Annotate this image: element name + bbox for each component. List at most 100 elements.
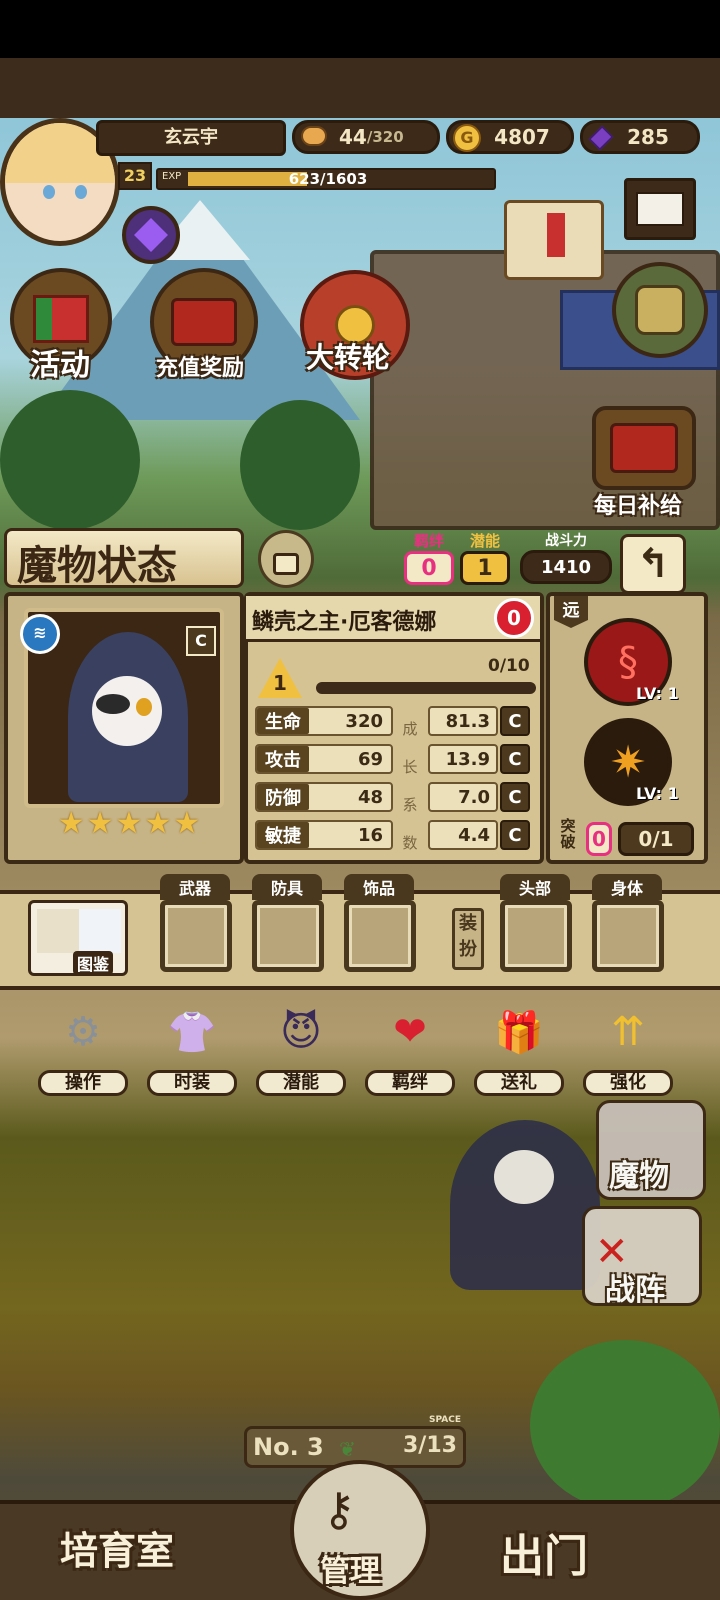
head-tab: 头部 [500,874,570,900]
space-value: 3/13 [403,1433,457,1458]
armor-tab: 防具 [252,874,322,900]
skill-2-level: LV: 1 [636,784,679,803]
star-level-badge: 1 [258,658,302,698]
star-icon: ★ [57,806,85,841]
manage-label: 管理 [320,1554,380,1589]
breakthrough-value: 0 [586,822,612,856]
formation-button[interactable]: ✕ 战阵 [582,1206,702,1308]
armor-slot[interactable]: 防具 [252,874,324,972]
arrows-up-icon: ⇈ [611,1009,645,1055]
menu-label: 潜能 [256,1070,346,1096]
monster-eye [136,698,152,716]
daily-supply-button[interactable] [592,406,696,490]
dress-up-char: 扮 [459,939,477,960]
menu-button-hearts[interactable]: ❤ 羁绊 [365,996,455,1096]
dress-up-button[interactable]: 装 扮 [452,908,484,970]
stamina-counter[interactable]: 44/320 [292,120,440,154]
daily-supply-label: 每日补给 [594,494,683,519]
backpack-icon [635,285,685,335]
growth-value: 81.3 [428,706,498,736]
lock-button[interactable] [258,530,314,588]
monster-sprite[interactable] [450,1120,600,1290]
menu-label: 操作 [38,1070,128,1096]
menu-label: 羁绊 [365,1070,455,1096]
range-tag: 远 [554,596,588,628]
menu-button-arrows-up[interactable]: ⇈ 强化 [583,996,673,1096]
menu-button-outfit[interactable]: 👚 时装 [147,996,237,1096]
head-slot[interactable]: 头部 [500,874,572,972]
stat-value: 48 [357,786,383,808]
rank-badge: C [186,626,216,656]
menu-button-gear[interactable]: ⚙ 操作 [38,996,128,1096]
mail-button[interactable] [624,178,696,240]
growth-char: 数 [402,834,418,852]
mail-envelope-icon [636,192,684,226]
star-progress-bar [316,682,536,694]
formation-label: 战阵 [605,1273,665,1308]
head-slot-box[interactable] [500,900,572,972]
stat-row: 攻击 69 [255,744,393,774]
growth-char: 系 [402,796,418,814]
skill-1-level: LV: 1 [636,684,679,703]
bond-value: 0 [404,551,454,585]
gold-value: 4807 [494,125,550,149]
bond-indicator: 羁绊 0 [404,530,454,590]
breakthrough-label: 突 破 [554,818,582,850]
skills-panel: 远 § LV: 1 ✷ LV: 1 突 破 0 0/1 [546,592,708,864]
potential-label: 潜能 [469,532,500,550]
body-tab: 身体 [592,874,662,900]
affection-heart[interactable]: 0 [494,598,534,638]
menu-button-demon[interactable]: 😈 潜能 [256,996,346,1096]
monster-side-button[interactable]: 魔物 [596,1100,706,1200]
star-rating: ★ ★ ★ ★ ★ [54,806,204,846]
status-bar [0,0,720,58]
space-label: SPACE [429,1415,461,1425]
accessory-slot[interactable]: 饰品 [344,874,416,972]
stat-name: 敏捷 [257,822,309,848]
activity-label: 活动 [30,348,90,383]
sprout-icon: ❦ [339,1437,356,1461]
weapon-slot-box[interactable] [160,900,232,972]
growth-grade: C [500,782,530,812]
growth-grade: C [500,744,530,774]
accessory-slot-box[interactable] [344,900,416,972]
accessory-tab: 饰品 [344,874,414,900]
dress-up-char: 装 [459,913,477,934]
gold-counter[interactable]: G 4807 [446,120,574,154]
breakthrough-progress: 0/1 [618,822,694,856]
exclamation-icon [547,213,565,257]
growth-char: 成 [402,720,418,738]
nursery-button[interactable]: 培育室 [60,1520,174,1575]
quest-scroll-button[interactable] [504,200,604,280]
backpack-button[interactable] [612,262,708,358]
potential-indicator: 潜能 1 [460,530,510,590]
serpent-skill-icon: § [618,639,638,685]
depart-button[interactable]: 出门 [500,1520,588,1584]
gem-counter[interactable]: 285 [580,120,700,154]
growth-vertical-label: 成 长 系 数 [400,710,420,862]
codex-button[interactable]: 图鉴 [28,900,128,976]
tree [240,400,360,530]
recharge-reward-label: 充值奖励 [156,356,245,381]
armor-slot-box[interactable] [252,900,324,972]
power-label: 战斗力 [545,533,587,549]
stat-row: 敏捷 16 [255,820,393,850]
buy-gems-button[interactable] [122,206,180,264]
back-button[interactable]: ↰ [620,534,686,594]
body-slot[interactable]: 身体 [592,874,664,972]
exp-bar: EXP 623/1603 [156,168,496,190]
wheel-label: 大转轮 [306,341,391,374]
stat-name: 防御 [257,784,309,810]
monster-name: 鳞壳之主·厄客德娜 [252,610,437,635]
outfit-icon: 👚 [167,1009,217,1056]
menu-button-gift[interactable]: 🎁 送礼 [474,996,564,1096]
manage-button[interactable]: ⚷ 管理 [290,1460,430,1600]
weapon-slot[interactable]: 武器 [160,874,232,972]
floor-number: No. 3 [253,1433,324,1461]
monster-side-label: 魔物 [609,1159,669,1194]
stat-row: 生命 320 [255,706,393,736]
avatar-eye [43,185,55,199]
stat-row: 防御 48 [255,782,393,812]
body-slot-box[interactable] [592,900,664,972]
stat-value: 320 [345,710,383,732]
